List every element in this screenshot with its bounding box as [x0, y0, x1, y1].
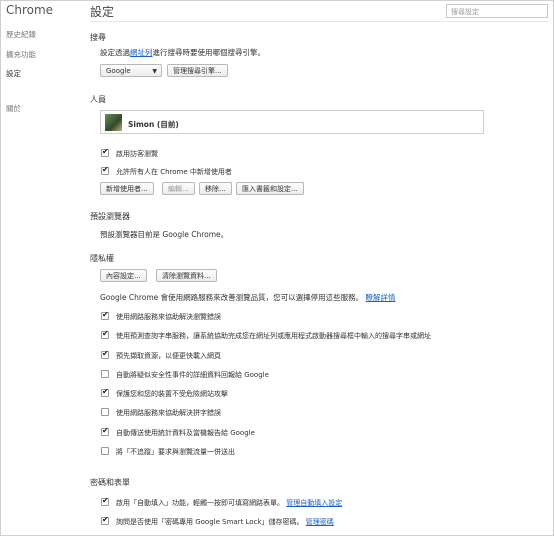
profile-list[interactable]: Simon (目前): [100, 110, 484, 134]
import-bookmarks-button[interactable]: 匯入書籤和設定...: [236, 182, 304, 195]
privacy-checkbox-safe-browsing[interactable]: [101, 387, 109, 397]
privacy-checkbox-prediction[interactable]: [101, 329, 109, 339]
search-desc-prefix: 設定透過: [100, 48, 130, 57]
search-input[interactable]: 搜尋設定: [446, 4, 548, 18]
avatar: [105, 114, 122, 131]
section-title-privacy: 隱私權: [90, 254, 114, 263]
autofill-label: 啟用「自動填入」功能，輕觸一按即可填寫網路表單。: [116, 499, 284, 507]
privacy-checkbox-usage-stats[interactable]: [101, 426, 109, 436]
edit-user-button[interactable]: 編輯...: [162, 182, 195, 195]
privacy-label-safe-browsing: 保護您和您的裝置不受危險網站攻擊: [116, 390, 228, 398]
privacy-desc-text: Google Chrome 會使用網路服務來改善瀏覽品質，您可以選擇停用這些服務…: [100, 293, 364, 302]
allow-add-user-checkbox[interactable]: [101, 165, 109, 175]
chevron-down-icon: ▼: [152, 68, 157, 75]
privacy-checkbox-nav-errors[interactable]: [101, 310, 109, 320]
sidebar: Chrome 歷史紀錄 擴充功能 設定 關於: [1, 1, 85, 535]
autofill-settings-link[interactable]: 管理自動填入設定: [286, 499, 342, 507]
omnibox-link[interactable]: 網址列: [130, 48, 153, 57]
sidebar-item-settings[interactable]: 設定: [6, 68, 21, 79]
privacy-label-prefetch: 預先擷取資源，以便更快載入網頁: [116, 352, 221, 360]
allow-add-user-label: 允許所有人在 Chrome 中新增使用者: [116, 168, 232, 176]
content-settings-button[interactable]: 內容設定...: [100, 269, 147, 282]
autofill-checkbox[interactable]: [101, 496, 109, 506]
privacy-label-spelling: 使用網路服務來協助解決拼字錯誤: [116, 409, 221, 417]
section-title-default-browser: 預設瀏覽器: [90, 212, 130, 221]
add-user-button[interactable]: 新增使用者...: [100, 182, 154, 195]
privacy-description: Google Chrome 會使用網路服務來改善瀏覽品質，您可以選擇停用這些服務…: [100, 292, 396, 303]
privacy-checkbox-do-not-track[interactable]: [101, 447, 109, 455]
sidebar-item-about[interactable]: 關於: [6, 103, 21, 114]
section-title-search: 搜尋: [90, 33, 106, 42]
privacy-label-do-not-track: 將「不追蹤」要求與瀏覽流量一併送出: [116, 448, 235, 456]
search-desc-suffix: 進行搜尋時要使用哪個搜尋引擎。: [152, 48, 266, 57]
search-engine-value: Google: [106, 67, 131, 75]
header-divider: [90, 21, 548, 22]
privacy-label-usage-stats: 自動傳送使用統計資料及當機報告給 Google: [116, 429, 255, 437]
sidebar-item-extensions[interactable]: 擴充功能: [6, 49, 36, 60]
privacy-label-prediction: 使用預測查詢字串服務，讓系統協助完成您在網址列或應用程式啟動器搜尋框中輸入的搜尋…: [116, 332, 431, 340]
smartlock-label: 詢問是否使用「密碼專用 Google Smart Lock」儲存密碼。: [116, 518, 304, 526]
section-title-people: 人員: [90, 95, 106, 104]
privacy-checkbox-security-report[interactable]: [101, 370, 109, 378]
clear-browsing-data-button[interactable]: 清除瀏覽資料...: [156, 269, 217, 282]
sidebar-item-history[interactable]: 歷史紀錄: [6, 29, 36, 40]
privacy-checkbox-spelling[interactable]: [101, 408, 109, 416]
settings-main: 設定 搜尋設定 搜尋 設定透過網址列進行搜尋時要使用哪個搜尋引擎。 Google…: [90, 1, 553, 535]
guest-browsing-label: 啟用訪客瀏覽: [116, 150, 158, 158]
page-title: 設定: [90, 5, 115, 19]
privacy-label-nav-errors: 使用網路服務來協助解決瀏覽錯誤: [116, 313, 221, 321]
privacy-label-security-report: 自動將疑似安全性事件的詳細資料回報給 Google: [116, 371, 269, 379]
guest-browsing-checkbox[interactable]: [101, 147, 109, 157]
autofill-option: 啟用「自動填入」功能，輕觸一按即可填寫網路表單。 管理自動填入設定: [116, 498, 342, 508]
privacy-checkbox-prefetch[interactable]: [101, 349, 109, 359]
manage-passwords-link[interactable]: 管理密碼: [306, 518, 334, 526]
smartlock-option: 詢問是否使用「密碼專用 Google Smart Lock」儲存密碼。 管理密碼: [116, 517, 334, 527]
remove-user-button[interactable]: 移除...: [199, 182, 232, 195]
search-engine-select[interactable]: Google ▼: [100, 64, 162, 77]
manage-search-engines-button[interactable]: 管理搜尋引擎...: [167, 64, 228, 77]
search-description: 設定透過網址列進行搜尋時要使用哪個搜尋引擎。: [100, 47, 265, 58]
default-browser-status: 預設瀏覽器目前是 Google Chrome。: [100, 230, 229, 239]
smartlock-checkbox[interactable]: [101, 515, 109, 525]
app-brand: Chrome: [6, 3, 54, 17]
profile-name: Simon (目前): [128, 120, 179, 129]
learn-more-link[interactable]: 瞭解詳情: [366, 293, 396, 302]
section-title-passwords: 密碼和表單: [90, 478, 130, 487]
